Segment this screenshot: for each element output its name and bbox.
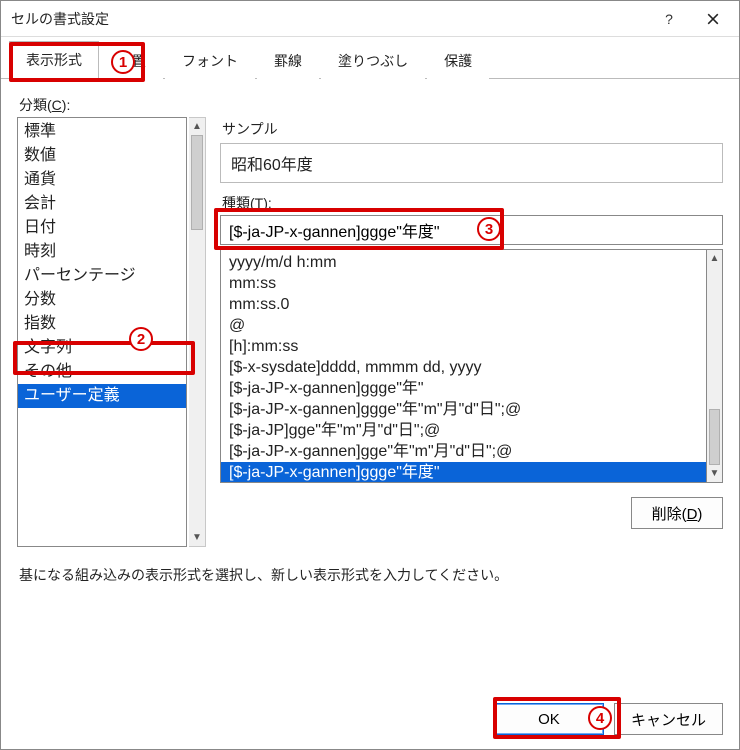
dialog-title: セルの書式設定 [11,9,647,29]
list-item[interactable]: mm:ss.0 [221,294,706,315]
sample-title: サンプル [222,119,723,139]
list-item[interactable]: 日付 [18,216,186,240]
tab-fill[interactable]: 塗りつぶし [321,42,425,79]
close-icon [707,13,719,25]
list-item[interactable]: [$-ja-JP-x-gannen]ggge"年" [221,378,706,399]
close-button[interactable] [691,1,735,37]
category-list[interactable]: 標準 数値 通貨 会計 日付 時刻 パーセンテージ 分数 指数 文字列 その他 … [17,117,187,547]
list-item[interactable]: 時刻 [18,240,186,264]
scroll-down-icon[interactable]: ▼ [707,465,722,482]
list-item[interactable]: 文字列 [18,336,186,360]
help-button[interactable]: ? [647,1,691,37]
scroll-thumb[interactable] [191,135,203,230]
right-panel: サンプル 昭和60年度 種類(T): yyyy/m/d h:mm mm:ss m… [220,117,723,547]
list-item[interactable]: [$-ja-JP-x-gannen]gge"年"m"月"d"日";@ [221,441,706,462]
category-label: 分類(C): [19,95,723,115]
type-label: 種類(T): [222,193,723,213]
format-cells-dialog: セルの書式設定 ? 表示形式 配置 フォント 罫線 塗りつぶし 保護 分類(C)… [0,0,740,750]
cancel-button[interactable]: キャンセル [614,703,723,735]
list-item-user-defined[interactable]: ユーザー定義 [18,384,186,408]
list-item[interactable]: [h]:mm:ss [221,336,706,357]
scroll-up-icon[interactable]: ▲ [189,118,205,135]
list-item[interactable]: 標準 [18,120,186,144]
sample-value: 昭和60年度 [220,143,723,183]
hint-text: 基になる組み込みの表示形式を選択し、新しい表示形式を入力してください。 [19,565,721,585]
list-item[interactable]: yyyy/m/d h:mm [221,252,706,273]
scroll-track[interactable] [707,267,722,465]
ok-button[interactable]: OK [494,703,604,735]
scroll-thumb[interactable] [709,409,720,465]
tabstrip: 表示形式 配置 フォント 罫線 塗りつぶし 保護 [1,37,739,79]
list-item[interactable]: 会計 [18,192,186,216]
tab-font[interactable]: フォント [165,42,255,79]
list-item[interactable]: [$-ja-JP-x-gannen]ggge"年度" [221,462,706,483]
titlebar: セルの書式設定 ? [1,1,739,37]
list-item[interactable]: @ [221,315,706,336]
list-item[interactable]: 通貨 [18,168,186,192]
list-item[interactable]: [$-x-sysdate]dddd, mmmm dd, yyyy [221,357,706,378]
list-item[interactable]: [$-ja-JP-x-gannen]ggge"年"m"月"d"日";@ [221,399,706,420]
scroll-down-icon[interactable]: ▼ [189,529,205,546]
list-item[interactable]: 分数 [18,288,186,312]
type-input[interactable] [220,215,723,245]
list-item[interactable]: 指数 [18,312,186,336]
list-item[interactable]: パーセンテージ [18,264,186,288]
dialog-footer: OK キャンセル [494,703,723,735]
type-scrollbar[interactable]: ▲ ▼ [706,249,723,483]
tab-border[interactable]: 罫線 [257,42,319,79]
tab-alignment[interactable]: 配置 [101,42,163,79]
scroll-track[interactable] [189,135,205,529]
list-item[interactable]: 数値 [18,144,186,168]
tab-protection[interactable]: 保護 [427,42,489,79]
delete-button[interactable]: 削除(D) [631,497,723,529]
list-item[interactable]: その他 [18,360,186,384]
category-scrollbar[interactable]: ▲ ▼ [189,117,206,547]
tab-number-format[interactable]: 表示形式 [9,41,99,79]
list-item[interactable]: [$-ja-JP]gge"年"m"月"d"日";@ [221,420,706,441]
category-list-wrap: 標準 数値 通貨 会計 日付 時刻 パーセンテージ 分数 指数 文字列 その他 … [17,117,206,547]
list-item[interactable]: mm:ss [221,273,706,294]
type-list[interactable]: yyyy/m/d h:mm mm:ss mm:ss.0 @ [h]:mm:ss … [220,249,706,483]
dialog-body: 分類(C): 標準 数値 通貨 会計 日付 時刻 パーセンテージ 分数 指数 文… [1,79,739,613]
scroll-up-icon[interactable]: ▲ [707,250,722,267]
